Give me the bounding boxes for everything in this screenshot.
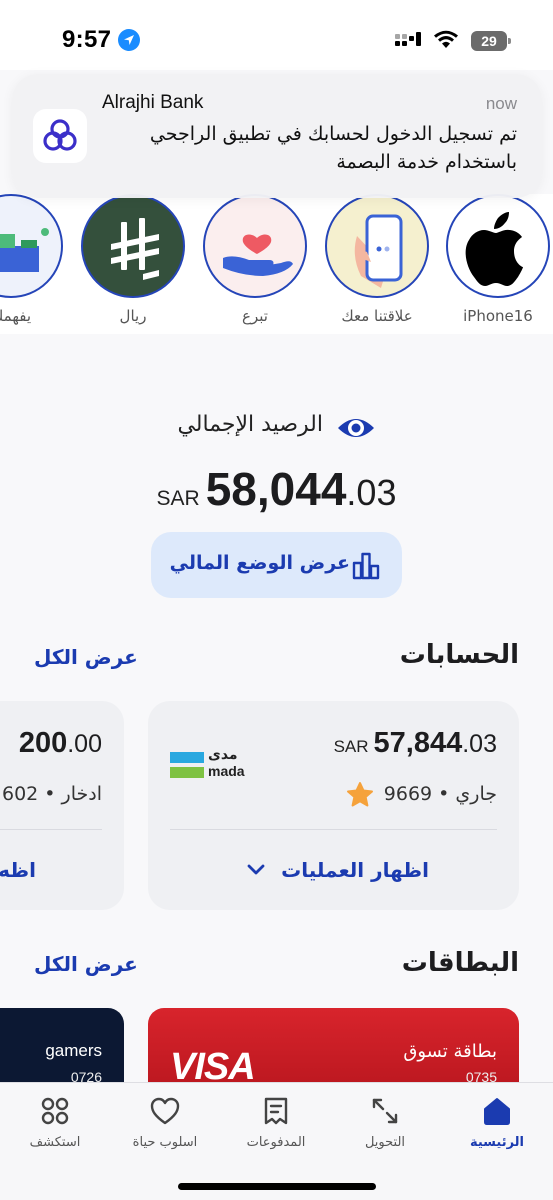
balance-currency: SAR <box>156 487 200 510</box>
push-notification[interactable]: Alrajhi Bank now تم تسجيل الدخول لحسابك … <box>12 74 542 198</box>
tab-payments[interactable]: المدفوعات <box>221 1095 331 1155</box>
total-balance-amount: SAR 58,044.03 <box>0 462 553 516</box>
story-relationship[interactable]: علاقتنا معك <box>325 194 429 329</box>
story-donate[interactable]: تبرع <box>203 194 307 329</box>
account-card-current[interactable]: SAR 57,844.03 جاري • 9669 اظهار العمليات <box>148 701 519 910</box>
accounts-view-all-link[interactable]: عرض الكل <box>34 645 138 669</box>
account-integer: 57,844 <box>373 727 463 759</box>
account-type-number: جاري • 9669 <box>383 783 497 805</box>
status-time: 9:57 <box>62 26 112 53</box>
apple-icon <box>446 194 550 298</box>
show-transactions-button[interactable]: اظه <box>0 858 36 882</box>
boxes-illustration-icon <box>0 194 63 298</box>
account-balance: SAR 57,844.03 <box>334 727 497 760</box>
chevron-down-icon[interactable] <box>246 863 266 877</box>
alrajhi-logo-icon <box>33 109 87 163</box>
story-riyal[interactable]: ريال <box>81 194 185 329</box>
tab-label: اسلوب حياة <box>132 1135 198 1150</box>
notification-app-name: Alrajhi Bank <box>102 92 204 113</box>
story-label: ريال <box>119 307 147 325</box>
story-label: تبرع <box>242 307 268 325</box>
status-bar: 9:57 29 <box>0 0 553 70</box>
financial-overview-button[interactable]: عرض الوضع المالي <box>151 532 402 598</box>
mada-logo-icon: مدى mada <box>170 747 250 782</box>
cellular-signal-icon <box>395 32 421 50</box>
card-name: gamers <box>45 1041 102 1060</box>
account-decimal: .00 <box>67 730 102 758</box>
tab-explore[interactable]: استكشف <box>0 1095 110 1155</box>
wifi-icon <box>434 30 458 48</box>
story-label: علاقتنا معك <box>341 307 413 325</box>
account-currency: SAR <box>333 737 369 756</box>
cards-title: البطاقات <box>401 948 519 978</box>
divider <box>0 829 102 830</box>
heart-hand-icon <box>203 194 307 298</box>
tab-label: المدفوعات <box>246 1135 306 1150</box>
app-screen: 9:57 29 iPhone16 علاقتنا معك تبرع ريال ي… <box>0 0 553 1200</box>
total-balance-label: الرصيد الإجمالي <box>177 412 323 437</box>
divider <box>170 829 497 830</box>
stories-row: iPhone16 علاقتنا معك تبرع ريال يفهمك <box>0 194 553 334</box>
bottom-tab-bar: الرئيسية التحويل المدفوعات اسلوب حياة اس… <box>0 1082 553 1200</box>
balance-decimal: .03 <box>346 472 397 513</box>
story-iphone16[interactable]: iPhone16 <box>446 194 550 329</box>
heart-icon <box>150 1097 180 1125</box>
eye-icon[interactable] <box>336 410 376 446</box>
account-subtitle: ادخار • 602 <box>1 783 102 805</box>
cards-view-all-link[interactable]: عرض الكل <box>34 952 138 976</box>
tab-label: الرئيسية <box>469 1135 525 1150</box>
story-label: iPhone16 <box>463 307 533 325</box>
mada-text: mada <box>208 763 245 779</box>
phone-hand-icon <box>325 194 429 298</box>
card-name: بطاقة تسوق <box>403 1041 497 1062</box>
accounts-title: الحسابات <box>399 640 519 670</box>
payments-icon <box>264 1097 288 1125</box>
tab-label: التحويل <box>364 1135 406 1150</box>
tab-label: استكشف <box>29 1135 81 1150</box>
transfer-icon <box>372 1098 398 1124</box>
riyal-symbol-icon <box>81 194 185 298</box>
show-transactions-button[interactable]: اظهار العمليات <box>281 858 429 882</box>
notification-time: now <box>485 94 517 113</box>
tab-transfer[interactable]: التحويل <box>330 1095 440 1155</box>
explore-grid-icon <box>41 1097 69 1125</box>
financial-overview-label: عرض الوضع المالي <box>169 552 350 574</box>
story-understand[interactable]: يفهمك <box>0 194 63 329</box>
story-label: يفهمك <box>0 307 31 325</box>
home-indicator <box>178 1183 376 1190</box>
account-integer: 200 <box>18 727 68 759</box>
account-decimal: .03 <box>462 730 497 758</box>
tab-home[interactable]: الرئيسية <box>442 1095 552 1155</box>
account-card-savings[interactable]: 200.00 ادخار • 602 اظه <box>0 701 124 910</box>
mada-arabic-text: مدى <box>208 747 238 763</box>
account-balance: 200.00 <box>19 727 102 760</box>
battery-indicator: 29 <box>471 31 511 51</box>
tab-lifestyle[interactable]: اسلوب حياة <box>110 1095 220 1155</box>
notification-body: تم تسجيل الدخول لحسابك في تطبيق الراجحي … <box>149 123 517 173</box>
bar-chart-icon <box>352 552 380 580</box>
location-arrow-icon <box>118 29 140 51</box>
star-badge-icon <box>347 782 373 807</box>
balance-integer: 58,044 <box>205 463 347 515</box>
home-icon <box>484 1098 510 1125</box>
account-subtitle: جاري • 9669 <box>384 783 497 805</box>
